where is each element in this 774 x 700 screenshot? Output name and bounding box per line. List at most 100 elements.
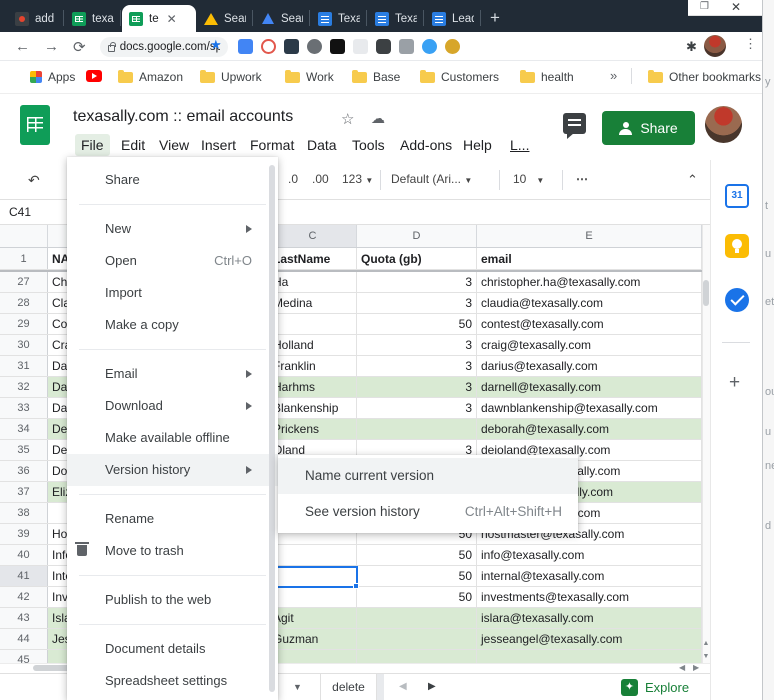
browser-avatar[interactable] bbox=[704, 35, 726, 57]
get-addons-icon[interactable]: + bbox=[729, 372, 740, 394]
menu-data[interactable]: Data bbox=[301, 134, 343, 156]
corner-box[interactable] bbox=[0, 225, 48, 247]
close-tab-icon[interactable]: ✕ bbox=[167, 12, 177, 26]
reload-icon[interactable]: ⟳ bbox=[73, 38, 86, 56]
comments-icon[interactable] bbox=[563, 113, 586, 134]
column-header-D[interactable]: D bbox=[357, 225, 477, 247]
row-header-28[interactable]: 28 bbox=[0, 293, 48, 313]
cell-quota[interactable]: 50 bbox=[357, 587, 477, 607]
bookmarks-overflow-chevron[interactable]: » bbox=[610, 68, 617, 83]
cell-email[interactable]: contest@texasally.com bbox=[477, 314, 702, 334]
bookmark-folder-health[interactable]: health bbox=[520, 70, 574, 84]
row-header-38[interactable]: 38 bbox=[0, 503, 48, 523]
extension-star-icon[interactable]: ✱ bbox=[686, 39, 697, 55]
keep-icon[interactable] bbox=[725, 234, 749, 258]
row-header-42[interactable]: 42 bbox=[0, 587, 48, 607]
share-button[interactable]: Share bbox=[602, 111, 695, 145]
row-header-37[interactable]: 37 bbox=[0, 482, 48, 502]
file-menu-item-open[interactable]: OpenCtrl+O bbox=[67, 245, 278, 277]
file-menu-item-move-to-trash[interactable]: Move to trash bbox=[67, 535, 278, 567]
font-family-select[interactable]: Default (Ari... ▼ bbox=[391, 172, 472, 186]
row-header-36[interactable]: 36 bbox=[0, 461, 48, 481]
cell-quota[interactable] bbox=[357, 629, 477, 649]
explore-button[interactable]: ✦ Explore bbox=[621, 679, 689, 696]
browser-menu-icon[interactable]: ⋮ bbox=[744, 36, 757, 52]
row-header-40[interactable]: 40 bbox=[0, 545, 48, 565]
cell-quota[interactable]: 50 bbox=[357, 314, 477, 334]
cell-lastname[interactable]: Blankenship bbox=[269, 398, 357, 418]
menu-help[interactable]: Help bbox=[457, 134, 498, 156]
calendar-icon[interactable]: 31 bbox=[725, 184, 749, 208]
menu-tools[interactable]: Tools bbox=[346, 134, 391, 156]
cell-quota[interactable]: 3 bbox=[357, 377, 477, 397]
cell-quota[interactable] bbox=[357, 650, 477, 663]
file-menu-item-new[interactable]: New bbox=[67, 213, 278, 245]
row-header-29[interactable]: 29 bbox=[0, 314, 48, 334]
more-toolbar-button[interactable]: ⋯ bbox=[576, 172, 588, 186]
header-cell-d[interactable]: Quota (gb) bbox=[357, 248, 477, 269]
youtube-bookmark[interactable] bbox=[86, 70, 102, 82]
cell-quota[interactable] bbox=[357, 419, 477, 439]
bookmark-folder-base[interactable]: Base bbox=[352, 70, 400, 84]
all-sheets-icon[interactable]: ▼ bbox=[293, 682, 302, 692]
file-menu-item-make-a-copy[interactable]: Make a copy bbox=[67, 309, 278, 341]
back-icon[interactable]: ← bbox=[15, 38, 30, 55]
row-header-39[interactable]: 39 bbox=[0, 524, 48, 544]
cell-lastname[interactable]: Ha bbox=[269, 272, 357, 292]
bookmark-folder-work[interactable]: Work bbox=[285, 70, 334, 84]
translate-icon[interactable] bbox=[238, 39, 253, 54]
cell-email[interactable]: christopher.ha@texasally.com bbox=[477, 272, 702, 292]
row-header-44[interactable]: 44 bbox=[0, 629, 48, 649]
file-menu-item-spreadsheet-settings[interactable]: Spreadsheet settings bbox=[67, 665, 278, 697]
opera-icon[interactable] bbox=[261, 39, 276, 54]
cell-lastname[interactable]: Prickens bbox=[269, 419, 357, 439]
row-header-41[interactable]: 41 bbox=[0, 566, 48, 586]
row-header-34[interactable]: 34 bbox=[0, 419, 48, 439]
menu-edit[interactable]: Edit bbox=[115, 134, 151, 156]
selected-cell-outline[interactable] bbox=[269, 566, 358, 588]
star-document-icon[interactable]: ☆ bbox=[341, 110, 354, 128]
row-header-43[interactable]: 43 bbox=[0, 608, 48, 628]
fill-handle[interactable] bbox=[353, 583, 359, 589]
jetbrains-icon[interactable] bbox=[330, 39, 345, 54]
document-title[interactable]: texasally.com :: email accounts bbox=[73, 108, 293, 126]
sheet-tab-delete[interactable]: delete bbox=[320, 674, 377, 700]
row-header-1[interactable]: 1 bbox=[0, 248, 48, 269]
vertical-scrollbar-thumb[interactable] bbox=[703, 280, 709, 306]
cell-quota[interactable]: 3 bbox=[357, 293, 477, 313]
file-menu-item-rename[interactable]: Rename bbox=[67, 503, 278, 535]
browser-tab-searc[interactable]: Searc bbox=[197, 5, 253, 32]
menu-file[interactable]: File bbox=[75, 134, 110, 156]
cell-quota[interactable] bbox=[357, 608, 477, 628]
cell-lastname[interactable]: Medina bbox=[269, 293, 357, 313]
cell-email[interactable]: investments@texasally.com bbox=[477, 587, 702, 607]
number-format-button[interactable]: 123 ▼ bbox=[342, 172, 373, 186]
forward-icon[interactable]: → bbox=[44, 38, 59, 55]
increase-decimal-button[interactable]: .00 bbox=[312, 172, 329, 186]
cell-lastname[interactable]: Agit bbox=[269, 608, 357, 628]
cell-quota[interactable]: 3 bbox=[357, 335, 477, 355]
cell-quota[interactable]: 3 bbox=[357, 272, 477, 292]
scroll-up-icon[interactable]: ▲ bbox=[702, 637, 710, 650]
cloud-icon[interactable] bbox=[422, 39, 437, 54]
file-menu-item-share[interactable]: Share bbox=[67, 164, 278, 196]
menu-scrollbar[interactable] bbox=[269, 165, 275, 692]
sheet-nav-left-icon[interactable]: ◀ bbox=[399, 681, 407, 692]
cell-email[interactable]: internal@texasally.com bbox=[477, 566, 702, 586]
cell-lastname[interactable]: Guzman bbox=[269, 629, 357, 649]
cell-quota[interactable]: 50 bbox=[357, 545, 477, 565]
cell-email[interactable]: darnell@texasally.com bbox=[477, 377, 702, 397]
account-avatar[interactable] bbox=[705, 106, 742, 143]
cell-quota[interactable]: 3 bbox=[357, 398, 477, 418]
menu-view[interactable]: View bbox=[153, 134, 195, 156]
cell-email[interactable]: deborah@texasally.com bbox=[477, 419, 702, 439]
row-header-30[interactable]: 30 bbox=[0, 335, 48, 355]
font-size-select[interactable]: 10 ▼ bbox=[513, 172, 544, 186]
file-menu-item-publish-to-the-web[interactable]: Publish to the web bbox=[67, 584, 278, 616]
row-header-45[interactable]: 45 bbox=[0, 650, 48, 663]
menu-l[interactable]: L... bbox=[504, 134, 535, 156]
file-menu-item-make-available-offline[interactable]: Make available offline bbox=[67, 422, 278, 454]
file-menu-item-document-details[interactable]: Document details bbox=[67, 633, 278, 665]
browser-tab-texas[interactable]: Texas bbox=[311, 5, 367, 32]
tasks-icon[interactable] bbox=[725, 288, 749, 312]
